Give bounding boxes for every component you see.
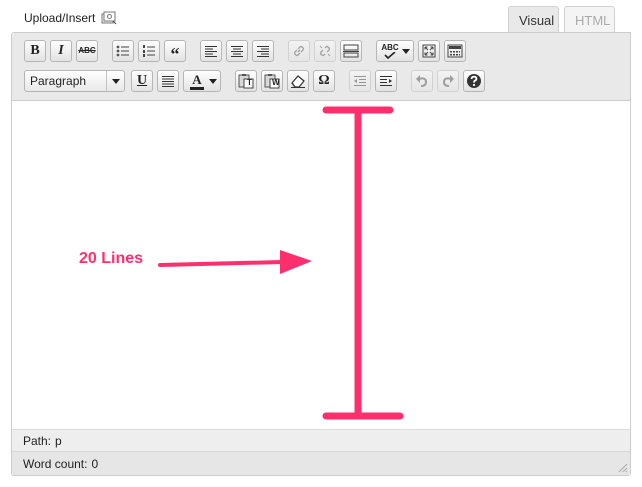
numbered-list-icon (143, 45, 155, 57)
format-select-value: Paragraph (30, 74, 87, 88)
paste-word-button[interactable]: W (261, 70, 283, 92)
text-color-button[interactable]: A (183, 70, 221, 92)
text-color-icon: A (187, 73, 207, 90)
strikethrough-glyph: ABC (78, 46, 96, 55)
arrow-head-icon (280, 250, 312, 274)
fullscreen-button[interactable] (418, 40, 440, 62)
justify-icon (162, 76, 174, 87)
spellcheck-button[interactable]: ABC (376, 40, 414, 62)
numbered-list-button[interactable] (138, 40, 160, 62)
help-icon (467, 74, 481, 88)
align-right-button[interactable] (252, 40, 274, 62)
fullscreen-icon (422, 44, 436, 58)
paste-word-glyph: W (272, 78, 280, 87)
path-value[interactable]: p (55, 434, 62, 448)
annotation-label: 20 Lines (79, 250, 144, 267)
align-left-button[interactable] (200, 40, 222, 62)
underline-button[interactable]: U (131, 70, 153, 92)
strikethrough-button[interactable]: ABC (76, 40, 98, 62)
word-count-bar: Word count: 0 (12, 451, 630, 475)
editor-toolbar: B I ABC “ ABC Paragraph U A T W Ω (12, 33, 630, 101)
text-color-swatch (190, 86, 204, 90)
word-count-value: 0 (91, 456, 99, 471)
align-left-icon (205, 46, 217, 57)
chevron-down-icon[interactable] (209, 79, 217, 84)
toolbar-row-2: Paragraph U A T W Ω (24, 69, 489, 93)
special-char-glyph: Ω (318, 73, 330, 88)
text-color-glyph: A (192, 71, 202, 87)
bulleted-list-icon (116, 45, 129, 57)
special-char-button[interactable]: Ω (313, 70, 335, 92)
resize-handle-icon[interactable] (616, 461, 628, 473)
tab-html[interactable]: HTML (564, 6, 615, 33)
remove-format-button[interactable] (287, 70, 309, 92)
upload-insert-label: Upload/Insert (24, 11, 96, 25)
add-media-icon[interactable] (101, 11, 117, 25)
redo-button[interactable] (437, 70, 459, 92)
blockquote-glyph: “ (170, 44, 180, 64)
path-label: Path: (23, 433, 52, 448)
kitchen-sink-button[interactable] (444, 40, 466, 62)
italic-glyph: I (58, 43, 64, 58)
help-button[interactable] (463, 70, 485, 92)
align-center-icon (231, 46, 243, 57)
unlink-icon (319, 45, 331, 57)
insert-link-button[interactable] (288, 40, 310, 62)
chevron-down-icon[interactable] (106, 71, 124, 91)
chevron-down-icon[interactable] (402, 49, 410, 54)
align-right-icon (257, 46, 269, 57)
spellcheck-icon: ABC (380, 42, 400, 59)
indent-icon (380, 76, 392, 86)
bulleted-list-button[interactable] (112, 40, 134, 62)
indent-button[interactable] (375, 70, 397, 92)
italic-button[interactable]: I (50, 40, 72, 62)
blockquote-button[interactable]: “ (164, 40, 186, 64)
paste-text-glyph: T (247, 78, 252, 87)
link-icon (293, 45, 305, 57)
upload-insert-row: Upload/Insert (24, 9, 117, 27)
kitchen-sink-icon (447, 44, 463, 58)
spellcheck-glyph: ABC (381, 42, 399, 52)
bold-button[interactable]: B (24, 40, 46, 62)
toolbar-row-1: B I ABC “ ABC (24, 39, 470, 63)
editor-content-area[interactable]: 20 Lines (12, 102, 630, 429)
undo-icon (416, 75, 428, 87)
path-bar: Path: p (12, 429, 630, 451)
redo-icon (442, 75, 454, 87)
outdent-button[interactable] (349, 70, 371, 92)
align-center-button[interactable] (226, 40, 248, 62)
eraser-icon (291, 75, 305, 88)
undo-button[interactable] (411, 70, 433, 92)
unlink-button[interactable] (314, 40, 336, 62)
checkmark-icon (384, 51, 396, 59)
word-count-label: Word count: (23, 456, 88, 471)
insert-more-button[interactable] (340, 40, 362, 62)
outdent-icon (354, 76, 366, 86)
bold-glyph: B (30, 43, 40, 58)
more-tag-icon (343, 44, 359, 58)
justify-button[interactable] (157, 70, 179, 92)
paste-text-button[interactable]: T (235, 70, 257, 92)
visual-editor: B I ABC “ ABC Paragraph U A T W Ω 20 Lin… (11, 32, 631, 476)
underline-glyph: U (136, 73, 148, 88)
format-select[interactable]: Paragraph (24, 70, 125, 92)
tab-visual[interactable]: Visual (508, 6, 559, 33)
